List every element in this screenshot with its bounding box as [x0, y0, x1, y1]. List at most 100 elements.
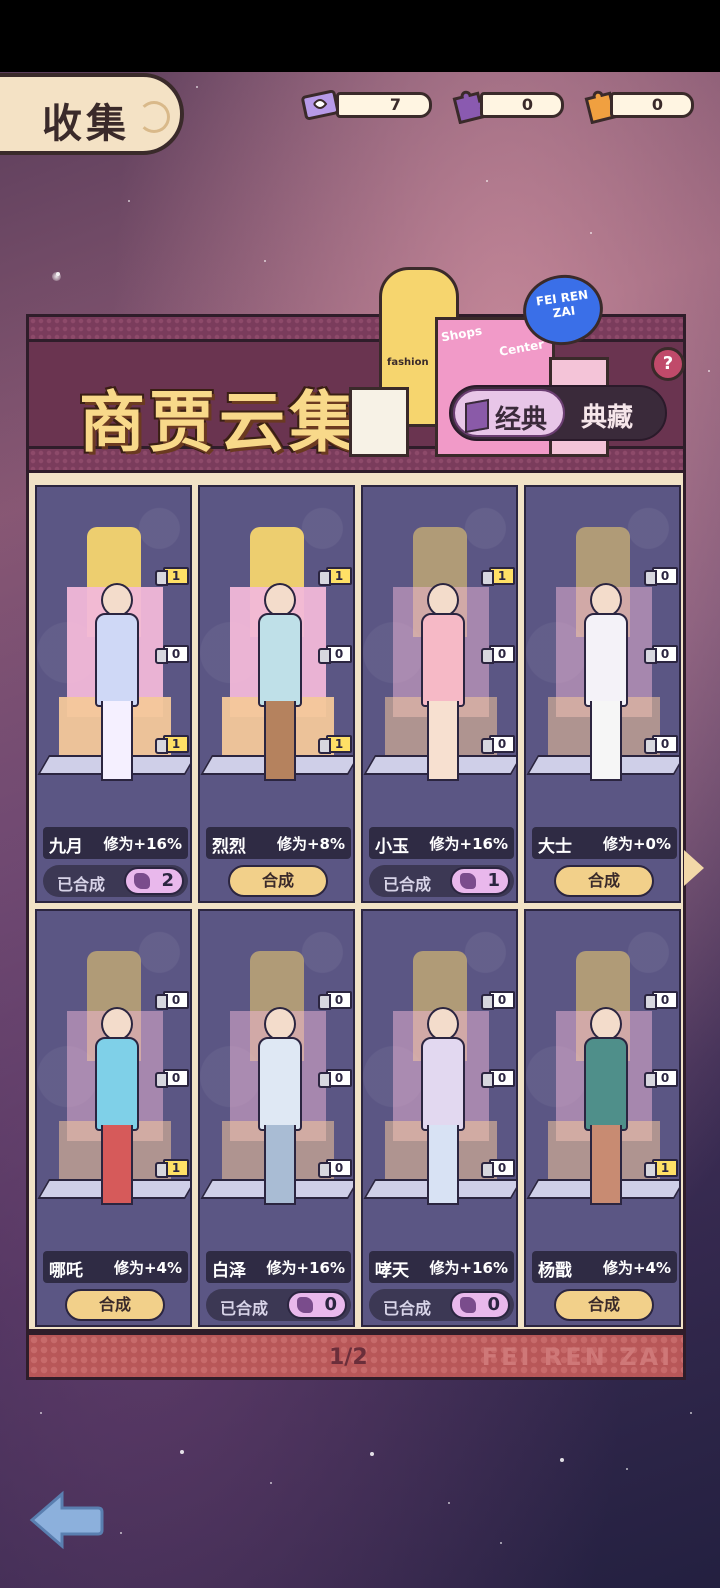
piece-count-badge: 0: [644, 645, 678, 664]
composed-status: 已合成 2: [43, 865, 188, 897]
puzzle-piece-icon: [297, 1297, 313, 1313]
character-figure: [417, 583, 465, 783]
cultivation-bonus: 修为+4%: [602, 1259, 671, 1277]
character-figure: [417, 1007, 465, 1207]
character-name: 九月: [49, 837, 83, 857]
character-name-bar: 杨戬 修为+4%: [532, 1251, 677, 1283]
character-figure: [580, 1007, 628, 1207]
piece-count-badge: 0: [644, 567, 678, 586]
character-name-bar: 白泽 修为+16%: [206, 1251, 351, 1283]
piece-count-badge: 0: [481, 645, 515, 664]
composed-count: 0: [487, 1294, 500, 1315]
piece-count-badge: 1: [155, 735, 189, 754]
piece-count-badge: 1: [318, 567, 352, 586]
page-indicator: 1/2: [329, 1345, 368, 1370]
character-card[interactable]: 1 0 1 九月 修为+16% 已合成 2: [35, 485, 192, 903]
ticket-count: 7: [389, 95, 401, 114]
character-grid: 1 0 1 九月 修为+16% 已合成 2 1 0 1 烈烈 修为+8% 合成 1 0 0 小玉 修为+16% 已合…: [26, 470, 686, 1332]
orange-puzzle-count: 0: [651, 95, 663, 114]
cultivation-bonus: 修为+16%: [266, 1259, 345, 1277]
character-card[interactable]: 1 0 0 小玉 修为+16% 已合成 1: [361, 485, 518, 903]
composed-count: 0: [324, 1294, 337, 1315]
composed-count-badge: 1: [450, 867, 510, 895]
panel-title: 商贾云集: [79, 384, 359, 461]
character-card[interactable]: 0 0 1 哪吒 修为+4% 合成: [35, 909, 192, 1327]
edition-toggle[interactable]: 经典 典藏: [449, 385, 667, 441]
toggle-collector[interactable]: 典藏: [581, 397, 633, 434]
character-card[interactable]: 0 0 1 杨戬 修为+4% 合成: [524, 909, 681, 1327]
character-card[interactable]: 0 0 0 白泽 修为+16% 已合成 0: [198, 909, 355, 1327]
cultivation-bonus: 修为+0%: [602, 835, 671, 853]
character-name: 哮天: [375, 1261, 409, 1281]
piece-count-badge: 0: [155, 645, 189, 664]
character-name: 杨戬: [538, 1261, 572, 1281]
book-icon: [465, 398, 489, 434]
character-figure: [580, 583, 628, 783]
composed-count-badge: 0: [287, 1291, 347, 1319]
piece-count-badge: 0: [318, 991, 352, 1010]
piece-count-badge: 0: [481, 1159, 515, 1178]
panel-footer: 1/2 FEI REN ZAI: [26, 1332, 686, 1380]
character-figure: [91, 1007, 139, 1207]
puzzle-piece-icon: [460, 1297, 476, 1313]
cultivation-bonus: 修为+16%: [103, 835, 182, 853]
character-name: 白泽: [212, 1261, 246, 1281]
character-figure: [91, 583, 139, 783]
piece-count-badge: 0: [318, 1069, 352, 1088]
collection-title-tab: 收集: [0, 73, 184, 155]
piece-count-badge: 0: [644, 735, 678, 754]
piece-count-badge: 1: [155, 1159, 189, 1178]
toggle-classic-label: 经典: [495, 405, 548, 435]
character-figure: [254, 1007, 302, 1207]
compose-button[interactable]: 合成: [65, 1289, 165, 1321]
compose-button[interactable]: 合成: [554, 865, 654, 897]
puzzle-piece-icon: [460, 873, 476, 889]
piece-count-badge: 1: [318, 735, 352, 754]
compose-button[interactable]: 合成: [228, 865, 328, 897]
composed-label: 已合成: [383, 875, 432, 894]
character-figure: [254, 583, 302, 783]
character-name: 烈烈: [212, 837, 246, 857]
composed-count-badge: 0: [450, 1291, 510, 1319]
piece-count-badge: 0: [318, 1159, 352, 1178]
character-card[interactable]: 0 0 0 哮天 修为+16% 已合成 0: [361, 909, 518, 1327]
piece-count-badge: 0: [644, 1069, 678, 1088]
toggle-classic[interactable]: 经典: [453, 389, 565, 437]
help-button[interactable]: ?: [651, 347, 685, 381]
purple-puzzle-counter: 0: [480, 92, 564, 118]
composed-label: 已合成: [57, 875, 106, 894]
purple-puzzle-count: 0: [521, 95, 533, 114]
next-page-arrow-icon[interactable]: [684, 850, 704, 886]
cultivation-bonus: 修为+16%: [429, 1259, 508, 1277]
character-card[interactable]: 1 0 1 烈烈 修为+8% 合成: [198, 485, 355, 903]
piece-count-badge: 0: [481, 1069, 515, 1088]
compose-button[interactable]: 合成: [554, 1289, 654, 1321]
piece-count-badge: 0: [155, 991, 189, 1010]
composed-count: 1: [487, 870, 500, 891]
composed-label: 已合成: [383, 1299, 432, 1318]
composed-count: 2: [161, 870, 174, 891]
character-name: 哪吒: [49, 1261, 83, 1281]
piece-count-badge: 0: [481, 735, 515, 754]
character-name: 小玉: [375, 837, 409, 857]
side-building: [349, 387, 409, 457]
piece-count-badge: 0: [155, 1069, 189, 1088]
character-name-bar: 九月 修为+16%: [43, 827, 188, 859]
orange-puzzle-counter: 0: [610, 92, 694, 118]
character-name-bar: 哮天 修为+16%: [369, 1251, 514, 1283]
brand-watermark: FEI REN ZAI: [481, 1343, 673, 1371]
composed-status: 已合成 0: [369, 1289, 514, 1321]
character-name-bar: 烈烈 修为+8%: [206, 827, 351, 859]
back-arrow-icon[interactable]: [28, 1488, 104, 1552]
composed-status: 已合成 0: [206, 1289, 351, 1321]
swirl-ornament-icon: [138, 101, 170, 133]
character-card[interactable]: 0 0 0 大士 修为+0% 合成: [524, 485, 681, 903]
cultivation-bonus: 修为+8%: [276, 835, 345, 853]
ticket-icon: [301, 89, 340, 121]
character-name-bar: 哪吒 修为+4%: [43, 1251, 188, 1283]
piece-count-badge: 0: [644, 991, 678, 1010]
cultivation-bonus: 修为+16%: [429, 835, 508, 853]
piece-count-badge: 0: [481, 991, 515, 1010]
puzzle-piece-icon: [134, 873, 150, 889]
character-name-bar: 大士 修为+0%: [532, 827, 677, 859]
